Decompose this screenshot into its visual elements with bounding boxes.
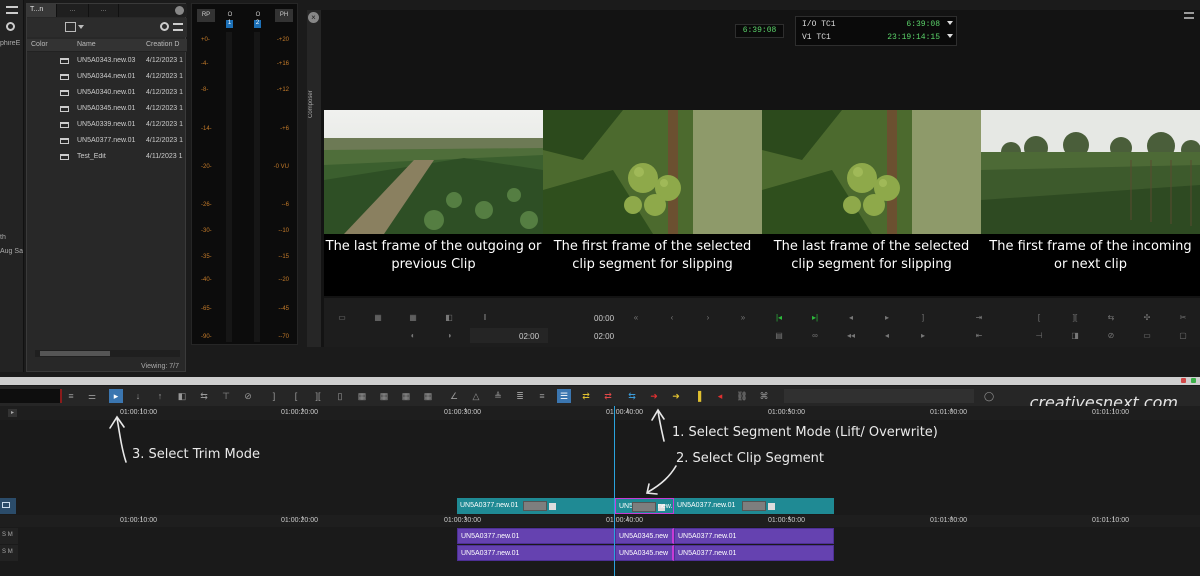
- annotation-arrows: [109, 408, 677, 495]
- annotation-step3: 3. Select Trim Mode: [132, 447, 260, 462]
- annotation-step2: 2. Select Clip Segment: [676, 451, 824, 466]
- annotation-step1: 1. Select Segment Mode (Lift/ Overwrite): [672, 425, 938, 440]
